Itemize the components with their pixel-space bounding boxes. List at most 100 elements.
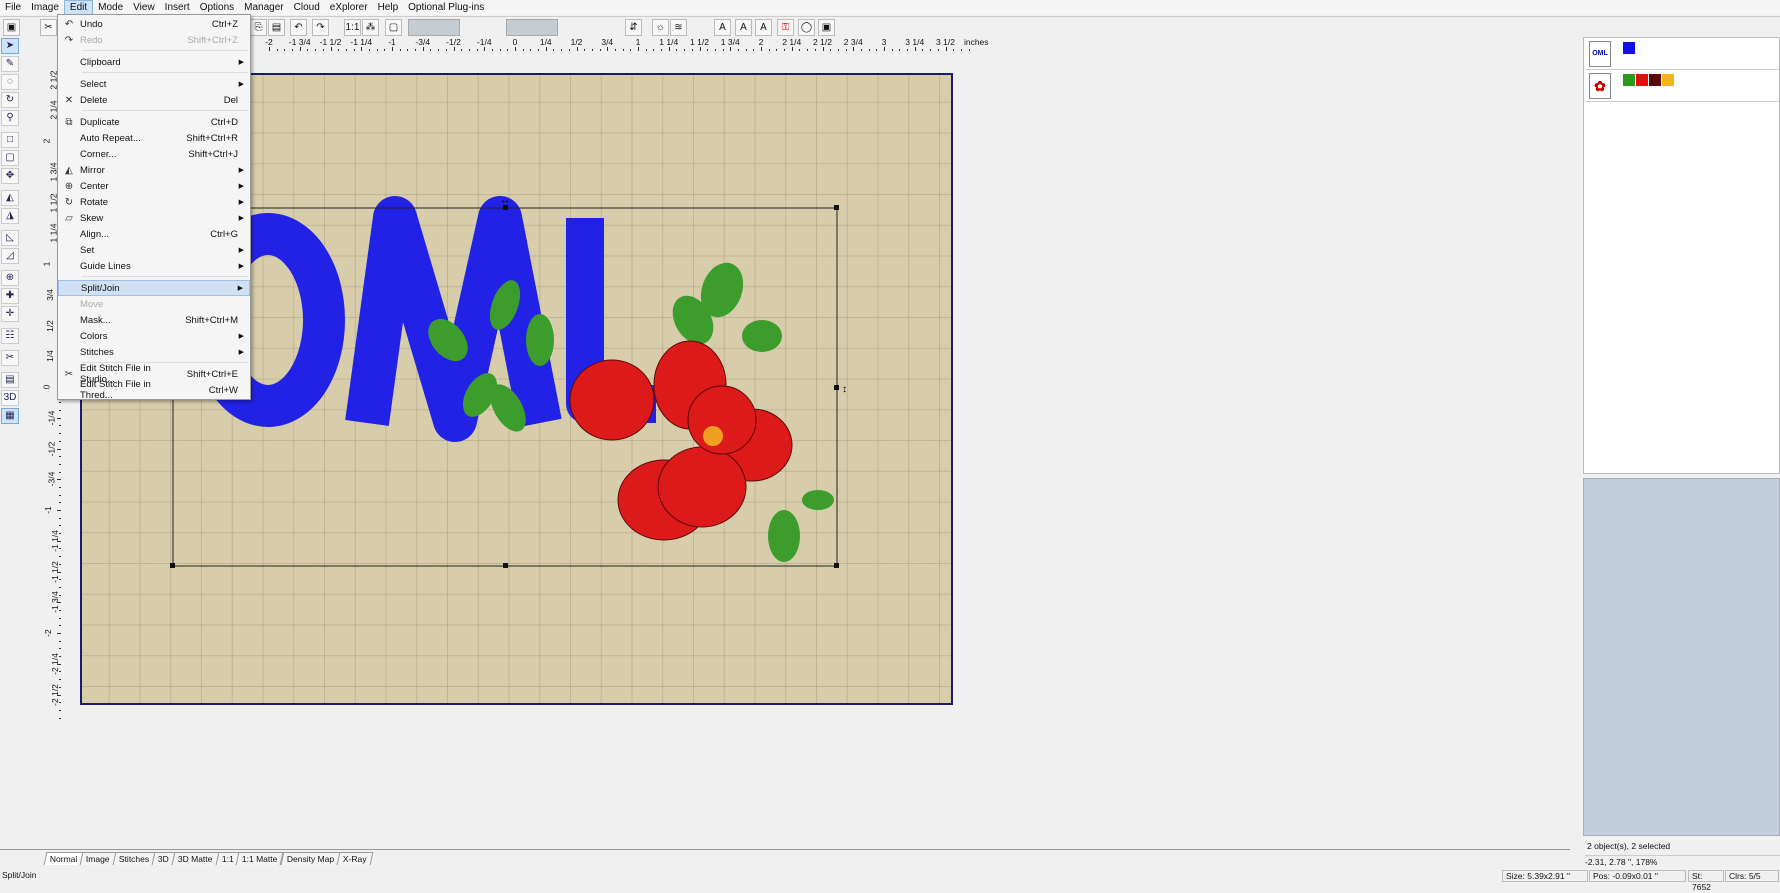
duplicate-icon: ⧉	[65, 116, 73, 128]
menu-item-delete[interactable]: ✕ Delete Del	[58, 92, 250, 108]
menu-item-split-join[interactable]: Split/Join ▶	[58, 280, 250, 296]
submenu-arrow-icon: ▶	[238, 215, 244, 222]
tab-label: Density Map	[286, 854, 335, 864]
tab-label: Normal	[49, 854, 78, 864]
menu-item-set[interactable]: Set ▶	[58, 242, 250, 258]
menu-item-mask[interactable]: Mask... Shift+Ctrl+M	[58, 312, 250, 328]
menu-item-label: Align...	[80, 228, 110, 240]
submenu-arrow-icon: ▶	[237, 285, 243, 292]
menu-item-shortcut: Del	[223, 94, 238, 106]
status-hint: Split/Join	[2, 870, 37, 880]
resize-handle	[834, 385, 839, 390]
color-swatch[interactable]	[1623, 42, 1635, 54]
menu-item-label: Center	[80, 180, 109, 192]
menu-item-select[interactable]: Select ▶	[58, 76, 250, 92]
object-thumbnail[interactable]: OML	[1589, 41, 1611, 67]
view-tabs: Normal Image Stitches 3D 3D Matte 1:1 1:1 Matt…	[43, 852, 374, 865]
menu-item-label: Undo	[80, 18, 103, 30]
menu-item-label: Skew	[80, 212, 104, 224]
menu-item-corner[interactable]: Corner... Shift+Ctrl+J	[58, 146, 250, 162]
menu-item-duplicate[interactable]: ⧉ Duplicate Ctrl+D	[58, 114, 250, 130]
delete-icon: ✕	[64, 94, 74, 106]
menu-item-shortcut: Shift+Ctrl+Z	[187, 34, 238, 46]
vertical-resize-icon: ↕	[842, 384, 847, 395]
tab-stitches[interactable]: Stitches	[112, 852, 156, 865]
object-list-panel: OML ✿	[1583, 37, 1780, 474]
color-swatch[interactable]	[1623, 74, 1635, 86]
menu-item-label: Corner...	[80, 148, 117, 160]
menu-item-align[interactable]: Align... Ctrl+G	[58, 226, 250, 242]
menu-item-shortcut: Shift+Ctrl+M	[185, 314, 238, 326]
menu-item-colors[interactable]: Colors ▶	[58, 328, 250, 344]
menu-item-shortcut: Shift+Ctrl+J	[188, 148, 238, 160]
menu-item-label: Set	[80, 244, 95, 256]
menu-item-guide-lines[interactable]: Guide Lines ▶	[58, 258, 250, 274]
leaf	[802, 490, 834, 510]
color-swatch[interactable]	[1636, 74, 1648, 86]
menu-item-label: Colors	[80, 330, 108, 342]
petal	[569, 359, 655, 441]
object-thumbnail[interactable]: ✿	[1589, 73, 1611, 99]
leaf	[742, 320, 782, 352]
menu-item-label: Move	[80, 298, 104, 310]
menu-item-auto-repeat[interactable]: Auto Repeat... Shift+Ctrl+R	[58, 130, 250, 146]
menu-item-label: Select	[80, 78, 107, 90]
menu-item-label: Clipboard	[80, 56, 121, 68]
menu-item-center[interactable]: ⊕ Center ▶	[58, 178, 250, 194]
status-color-count: Clrs: 5/5	[1725, 870, 1779, 882]
menu-item-shortcut: Ctrl+W	[208, 384, 238, 396]
menu-item-skew[interactable]: ▱ Skew ▶	[58, 210, 250, 226]
menu-item-rotate[interactable]: ↻ Rotate ▶	[58, 194, 250, 210]
tab-1-1-matte[interactable]: 1:1 Matte	[236, 852, 285, 865]
menu-item-stitches[interactable]: Stitches ▶	[58, 344, 250, 360]
tab-label: Stitches	[118, 854, 150, 864]
submenu-arrow-icon: ▶	[238, 263, 244, 270]
tab-label: 1:1	[221, 854, 234, 864]
status-size: Size: 5.39x2.91 "	[1502, 870, 1588, 882]
status-position: Pos: -0.09x0.01 "	[1589, 870, 1686, 882]
status-bar: Split/Join Size: 5.39x2.91 " Pos: -0.09x…	[0, 869, 1780, 892]
menu-item-label: Auto Repeat...	[80, 132, 141, 144]
menu-item-move[interactable]: Move	[58, 296, 250, 312]
cursor-info: -2.31, 2.78 ", 178%	[1585, 855, 1780, 867]
tab-3d-matte[interactable]: 3D Matte	[171, 852, 220, 865]
object-list-item[interactable]: ✿	[1586, 70, 1779, 102]
petal	[657, 446, 747, 528]
tab-density-map[interactable]: Density Map	[280, 852, 341, 865]
edit-menu-dropdown: ↶ Undo Ctrl+Z ↷ Redo Shift+Ctrl+Z Clipboard ▶ Se…	[57, 14, 251, 401]
menu-item-shortcut: Ctrl+D	[210, 116, 238, 128]
menu-item-redo[interactable]: ↷ Redo Shift+Ctrl+Z	[58, 32, 250, 48]
color-swatch[interactable]	[1662, 74, 1674, 86]
resize-handle	[834, 563, 839, 568]
selection-info: 2 object(s), 2 selected	[1587, 841, 1671, 851]
tab-normal[interactable]: Normal	[43, 852, 84, 865]
submenu-arrow-icon: ▶	[238, 199, 244, 206]
menu-item-mirror[interactable]: ◭ Mirror ▶	[58, 162, 250, 178]
tab-x-ray[interactable]: X-Ray	[336, 852, 374, 865]
object-list-item[interactable]: OML	[1586, 38, 1779, 70]
submenu-arrow-icon: ▶	[238, 333, 244, 340]
flower-center	[703, 426, 723, 446]
leaf	[768, 510, 800, 562]
tab-image[interactable]: Image	[80, 852, 117, 865]
menu-item-shortcut: Shift+Ctrl+E	[186, 368, 238, 380]
preview-panel	[1583, 478, 1780, 836]
tab-label: Image	[86, 854, 110, 864]
menu-item-undo[interactable]: ↶ Undo Ctrl+Z	[58, 16, 250, 32]
tab-label: X-Ray	[343, 854, 367, 864]
submenu-arrow-icon: ▶	[238, 349, 244, 356]
petal	[687, 385, 757, 455]
menu-item-label: Mask...	[80, 314, 111, 326]
menu-item-clipboard[interactable]: Clipboard ▶	[58, 54, 250, 70]
tab-label: 3D Matte	[178, 854, 213, 864]
submenu-arrow-icon: ▶	[238, 247, 244, 254]
menu-item-label: Mirror	[80, 164, 105, 176]
menu-item-label: Guide Lines	[80, 260, 131, 272]
color-swatch[interactable]	[1649, 74, 1661, 86]
menu-item-label: Split/Join	[81, 282, 120, 294]
menu-item-edit-stitch-file-in-thred[interactable]: Edit Stitch File in Thred... Ctrl+W	[58, 379, 250, 401]
submenu-arrow-icon: ▶	[238, 59, 244, 66]
submenu-arrow-icon: ▶	[238, 81, 244, 88]
resize-handle	[170, 563, 175, 568]
undo-icon: ↶	[64, 18, 74, 30]
